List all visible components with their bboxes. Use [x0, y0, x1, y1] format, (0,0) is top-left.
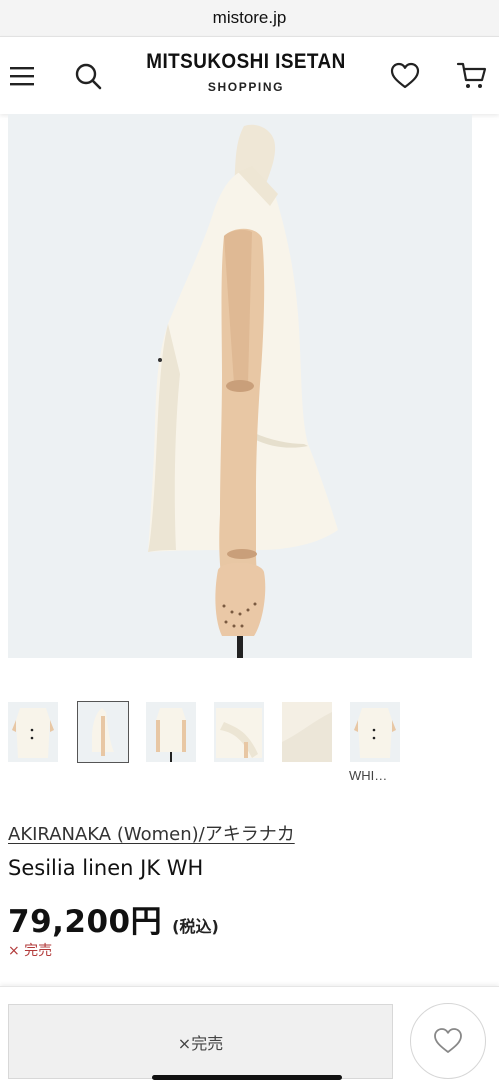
- thumbnail-image: [354, 708, 396, 758]
- heart-icon: [390, 62, 420, 89]
- thumbnail-back[interactable]: [146, 702, 196, 762]
- stock-status: × 完売: [8, 943, 53, 959]
- thumbnail-image: [92, 708, 114, 756]
- search-icon: [75, 63, 102, 90]
- favorite-button[interactable]: [410, 1003, 486, 1079]
- home-indicator: [152, 1075, 342, 1080]
- thumbnail-strip: WHI…: [8, 701, 488, 788]
- heart-outline-icon: [434, 1028, 462, 1053]
- thumbnail-side[interactable]: [77, 701, 129, 763]
- thumbnail-color[interactable]: [350, 702, 400, 762]
- main-product-image[interactable]: [8, 114, 472, 658]
- url-text: mistore.jp: [212, 8, 287, 27]
- search-button[interactable]: [70, 58, 106, 94]
- thumbnail-image: [216, 708, 262, 758]
- thumbnail-fabric[interactable]: [282, 702, 332, 762]
- wishlist-button[interactable]: [386, 57, 424, 95]
- logo-main-text: MITSUKOSHI ISETAN: [146, 50, 346, 73]
- price-block: 79,200円 (税込): [8, 896, 219, 941]
- price-amount: 79,200円: [8, 904, 163, 940]
- bottom-action-bar: ×完売: [0, 986, 499, 1080]
- thumbnail-drape[interactable]: [214, 702, 264, 762]
- browser-url-bar[interactable]: mistore.jp: [0, 0, 499, 36]
- site-header: MITSUKOSHI ISETAN SHOPPING: [0, 36, 499, 114]
- thumbnail-image: [12, 708, 54, 758]
- menu-button[interactable]: [4, 58, 40, 94]
- cart-icon: [456, 62, 487, 88]
- soldout-button[interactable]: ×完売: [8, 1004, 393, 1079]
- product-photo: [148, 124, 338, 658]
- site-logo[interactable]: MITSUKOSHI ISETAN SHOPPING: [120, 50, 372, 94]
- price-tax-note: (税込): [172, 917, 219, 936]
- thumbnail-color-caption: WHI…: [349, 768, 388, 783]
- product-name: Sesilia linen JK WH: [8, 856, 204, 880]
- thumbnail-image: [282, 702, 332, 762]
- cart-button[interactable]: [453, 57, 491, 95]
- logo-sub-text: SHOPPING: [207, 80, 285, 94]
- brand-link[interactable]: AKIRANAKA (Women)/アキラナカ: [8, 820, 295, 846]
- hamburger-menu-icon: [10, 67, 34, 86]
- thumbnail-image: [156, 708, 186, 762]
- thumbnail-front[interactable]: [8, 702, 58, 762]
